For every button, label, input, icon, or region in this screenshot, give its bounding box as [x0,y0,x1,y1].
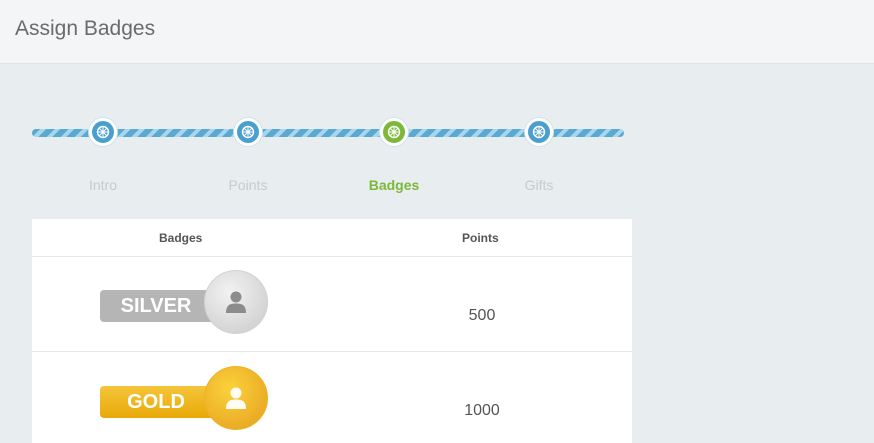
gold-badge-medal [204,366,268,430]
header-divider [32,256,632,257]
step-label-badges[interactable]: Badges [334,177,454,193]
step-label-intro[interactable]: Intro [43,177,163,193]
person-icon [226,387,246,409]
column-header-points: Points [462,231,499,245]
step-label-gifts[interactable]: Gifts [479,177,599,193]
page-header: Assign Badges [0,0,874,64]
wheel-icon [96,125,110,139]
points-value: 1000 [464,402,500,419]
row-divider [32,351,632,352]
page-title: Assign Badges [15,17,156,40]
step-badges-button[interactable] [380,118,408,146]
column-header-badges: Badges [159,231,203,245]
badges-table: Badges Points SILVER 500 GOLD 1000 [32,219,632,443]
silver-badge-medal [204,270,268,334]
wheel-icon [532,125,546,139]
step-intro-button[interactable] [89,118,117,146]
person-icon [226,291,246,313]
step-points-button[interactable] [234,118,262,146]
wheel-icon [241,125,255,139]
step-label-points[interactable]: Points [188,177,308,193]
wheel-icon [387,125,401,139]
points-value: 500 [468,307,496,324]
step-gifts-button[interactable] [525,118,553,146]
